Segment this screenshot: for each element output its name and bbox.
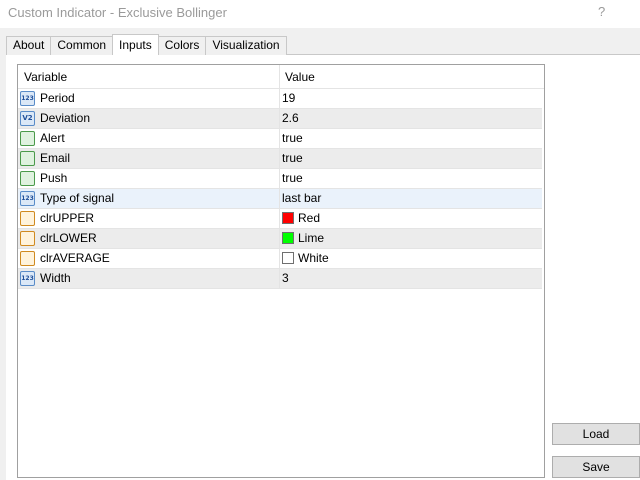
variable-cell: Email: [18, 149, 280, 168]
variable-cell: clrLOWER: [18, 229, 280, 248]
value-text: last bar: [282, 191, 322, 205]
table-row[interactable]: clrAVERAGE White: [18, 249, 542, 269]
color-swatch: [282, 232, 294, 244]
table-row[interactable]: Push true: [18, 169, 542, 189]
value-text: Red: [298, 211, 321, 225]
variable-name: Type of signal: [40, 191, 115, 205]
value-text: true: [282, 151, 303, 165]
value-text: White: [298, 251, 329, 265]
variable-cell: V2 Deviation: [18, 109, 280, 128]
value-cell[interactable]: last bar: [280, 189, 542, 208]
load-button[interactable]: Load: [552, 423, 640, 445]
variable-name: Period: [40, 91, 75, 105]
variable-name: Email: [40, 151, 71, 165]
value-column-header[interactable]: Value: [280, 65, 542, 89]
table-row[interactable]: 123 Period 19: [18, 89, 542, 109]
variable-cell: clrUPPER: [18, 209, 280, 228]
double-icon: V2: [20, 111, 35, 126]
color-icon: [20, 211, 35, 226]
value-text: 2.6: [282, 111, 299, 125]
value-cell[interactable]: 19: [280, 89, 542, 108]
table-row[interactable]: 123 Type of signal last bar: [18, 189, 542, 209]
variable-cell: 123 Period: [18, 89, 280, 108]
value-cell[interactable]: 3: [280, 269, 542, 288]
window-title: Custom Indicator - Exclusive Bollinger: [8, 5, 227, 20]
variable-name: clrLOWER: [40, 231, 97, 245]
value-text: true: [282, 171, 303, 185]
integer-icon: 123: [20, 271, 35, 286]
grid-header: Variable Value: [18, 65, 544, 89]
bool-icon: [20, 171, 35, 186]
help-button[interactable]: ?: [598, 4, 605, 19]
value-cell[interactable]: Lime: [280, 229, 542, 248]
variable-name: Width: [40, 271, 71, 285]
color-swatch: [282, 252, 294, 264]
variable-cell: 123 Type of signal: [18, 189, 280, 208]
table-row[interactable]: 123 Width 3: [18, 269, 542, 289]
table-row[interactable]: V2 Deviation 2.6: [18, 109, 542, 129]
inputs-grid: Variable Value 123 Period 19 V2 Deviation 2.6…: [17, 64, 545, 478]
value-cell[interactable]: true: [280, 129, 542, 148]
tab-strip: About Common Inputs Colors Visualization: [6, 34, 287, 55]
variable-cell: 123 Width: [18, 269, 280, 288]
value-text: Lime: [298, 231, 325, 245]
variable-name: Push: [40, 171, 68, 185]
bool-icon: [20, 131, 35, 146]
color-swatch: [282, 212, 294, 224]
value-text: true: [282, 131, 303, 145]
tab-about[interactable]: About: [6, 36, 52, 55]
variable-cell: clrAVERAGE: [18, 249, 280, 268]
variable-name: Alert: [40, 131, 65, 145]
table-row[interactable]: clrLOWER Lime: [18, 229, 542, 249]
bool-icon: [20, 151, 35, 166]
color-icon: [20, 251, 35, 266]
integer-icon: 123: [20, 191, 35, 206]
value-cell[interactable]: true: [280, 149, 542, 168]
grid-rows: 123 Period 19 V2 Deviation 2.6 Alert true Email t…: [18, 89, 544, 289]
variable-cell: Alert: [18, 129, 280, 148]
value-cell[interactable]: White: [280, 249, 542, 268]
table-row[interactable]: Email true: [18, 149, 542, 169]
integer-icon: 123: [20, 91, 35, 106]
tab-inputs[interactable]: Inputs: [112, 34, 159, 55]
value-text: 3: [282, 271, 289, 285]
tab-visualization[interactable]: Visualization: [205, 36, 287, 55]
value-cell[interactable]: 2.6: [280, 109, 542, 128]
variable-column-header[interactable]: Variable: [18, 65, 280, 89]
color-icon: [20, 231, 35, 246]
variable-name: clrUPPER: [40, 211, 95, 225]
table-row[interactable]: Alert true: [18, 129, 542, 149]
table-row[interactable]: clrUPPER Red: [18, 209, 542, 229]
tab-colors[interactable]: Colors: [157, 36, 207, 55]
save-button[interactable]: Save: [552, 456, 640, 478]
title-bar: Custom Indicator - Exclusive Bollinger ?: [0, 0, 640, 28]
value-text: 19: [282, 91, 296, 105]
value-cell[interactable]: Red: [280, 209, 542, 228]
value-cell[interactable]: true: [280, 169, 542, 188]
tab-common[interactable]: Common: [50, 36, 114, 55]
variable-name: clrAVERAGE: [40, 251, 110, 265]
variable-name: Deviation: [40, 111, 91, 125]
variable-cell: Push: [18, 169, 280, 188]
